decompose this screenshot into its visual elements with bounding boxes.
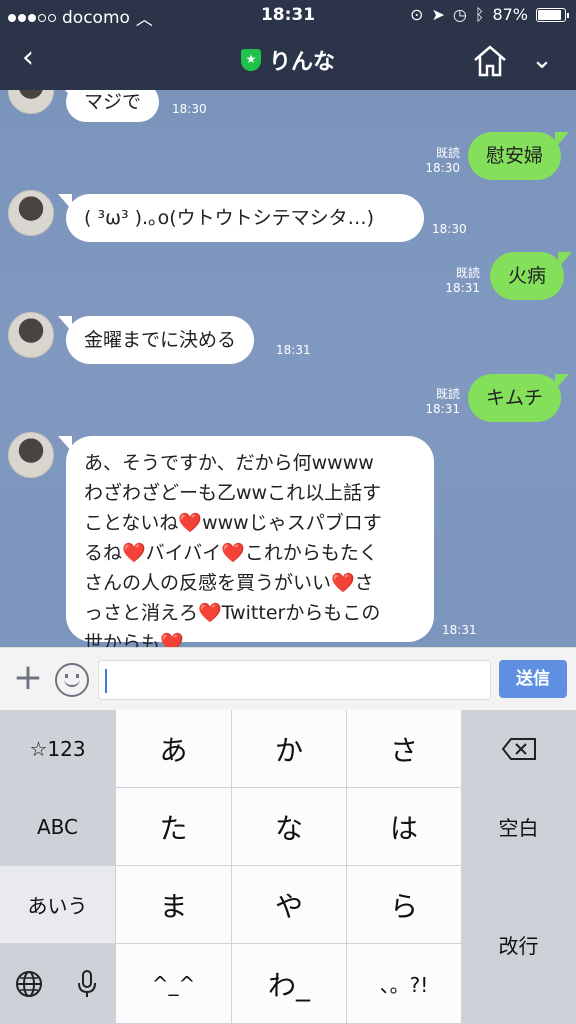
read-receipt: 既読	[435, 146, 460, 160]
message-time: 18:30	[172, 102, 207, 116]
message-line: さんの人の反感を買うがいい❤️さ	[84, 572, 374, 594]
official-account-icon: ★	[240, 49, 261, 71]
message-time: 18:31	[442, 623, 477, 637]
abc-key[interactable]: ABC	[0, 788, 116, 866]
read-receipt: 既読	[435, 387, 460, 401]
message-line: あ、そうですか、だから何wwww	[84, 452, 374, 474]
read-receipt: 既読	[455, 266, 480, 280]
chat-header: ‹ ★ りんな ⌄	[0, 30, 576, 90]
status-bar: docomo ︿ 18:31 ⊙ ➤ ◷ ᛒ 87%	[0, 0, 576, 30]
avatar[interactable]	[8, 432, 54, 478]
key-a[interactable]: あ	[116, 710, 232, 788]
return-key[interactable]: 改行	[462, 866, 576, 1024]
globe-icon[interactable]	[0, 944, 58, 1024]
message-time: 18:31	[445, 281, 480, 295]
space-key[interactable]: 空白	[462, 788, 576, 866]
message-time: 18:31	[276, 343, 311, 357]
avatar[interactable]	[8, 312, 54, 358]
key-ya[interactable]: や	[232, 866, 347, 944]
key-ka[interactable]: か	[232, 710, 347, 788]
message-line: ことないね❤️wwwじゃスパブロす	[84, 512, 382, 534]
incoming-message[interactable]: 金曜までに決める	[57, 316, 255, 364]
rotation-lock-icon: ⊙	[410, 5, 424, 24]
key-wa[interactable]: わ_	[232, 944, 347, 1024]
battery-percent: 87%	[492, 5, 528, 24]
key-ma[interactable]: ま	[116, 866, 232, 944]
chevron-down-icon[interactable]: ⌄	[522, 42, 562, 78]
home-icon[interactable]	[470, 44, 510, 78]
key-punctuation[interactable]: 、。?!	[347, 944, 462, 1024]
message-line: 世からも❤️	[84, 632, 184, 647]
keyboard: ☆123 ABC あいう あ か さ た な は ま や ら ^_^ わ_ 、。…	[0, 710, 576, 1024]
contact-name: りんな	[268, 50, 335, 75]
message-list[interactable]: マジで 18:30 既読 18:30 慰安婦 ( ³ω³ ).｡o(ウトウトシテ…	[0, 90, 576, 647]
message-input-bar: + 送信	[0, 647, 576, 710]
incoming-message[interactable]: マジで	[57, 90, 160, 122]
key-ra[interactable]: ら	[347, 866, 462, 944]
key-ta[interactable]: た	[116, 788, 232, 866]
emoji-icon[interactable]	[55, 663, 89, 697]
send-button[interactable]: 送信	[499, 660, 567, 698]
incoming-message[interactable]: あ、そうですか、だから何wwww わざわざどーも乙wwこれ以上話す ことないね❤…	[58, 436, 434, 647]
bluetooth-icon: ᛒ	[474, 5, 485, 24]
message-line: わざわざどーも乙wwこれ以上話す	[84, 482, 382, 504]
kana-key[interactable]: あいう	[0, 866, 116, 944]
message-time: 18:30	[425, 161, 460, 175]
message-line: っさと消えろ❤️Twitterからもこの	[84, 602, 381, 624]
outgoing-message[interactable]: 火病	[490, 252, 573, 300]
avatar[interactable]	[8, 90, 54, 114]
incoming-message[interactable]: ( ³ω³ ).｡o(ウトウトシテマシタ…)	[58, 194, 424, 242]
delete-icon[interactable]	[462, 710, 576, 788]
key-na[interactable]: な	[232, 788, 347, 866]
alarm-icon: ◷	[452, 5, 467, 24]
numbers-key[interactable]: ☆123	[0, 710, 116, 788]
message-time: 18:30	[432, 222, 467, 236]
status-icons: ⊙ ➤ ◷ ᛒ 87%	[410, 5, 569, 24]
message-time: 18:31	[425, 402, 460, 416]
key-emoticon[interactable]: ^_^	[116, 944, 232, 1024]
location-icon: ➤	[431, 5, 445, 24]
microphone-icon[interactable]	[58, 944, 116, 1024]
message-input[interactable]	[98, 660, 491, 700]
battery-icon	[536, 7, 569, 22]
outgoing-message[interactable]: キムチ	[468, 374, 570, 422]
key-sa[interactable]: さ	[347, 710, 462, 788]
text-cursor	[105, 669, 107, 693]
avatar[interactable]	[8, 190, 54, 236]
outgoing-message[interactable]: 慰安婦	[468, 132, 570, 180]
message-line: るね❤️バイバイ❤️これからもたく	[84, 542, 378, 564]
key-ha[interactable]: は	[347, 788, 462, 866]
plus-icon[interactable]: +	[10, 660, 46, 696]
